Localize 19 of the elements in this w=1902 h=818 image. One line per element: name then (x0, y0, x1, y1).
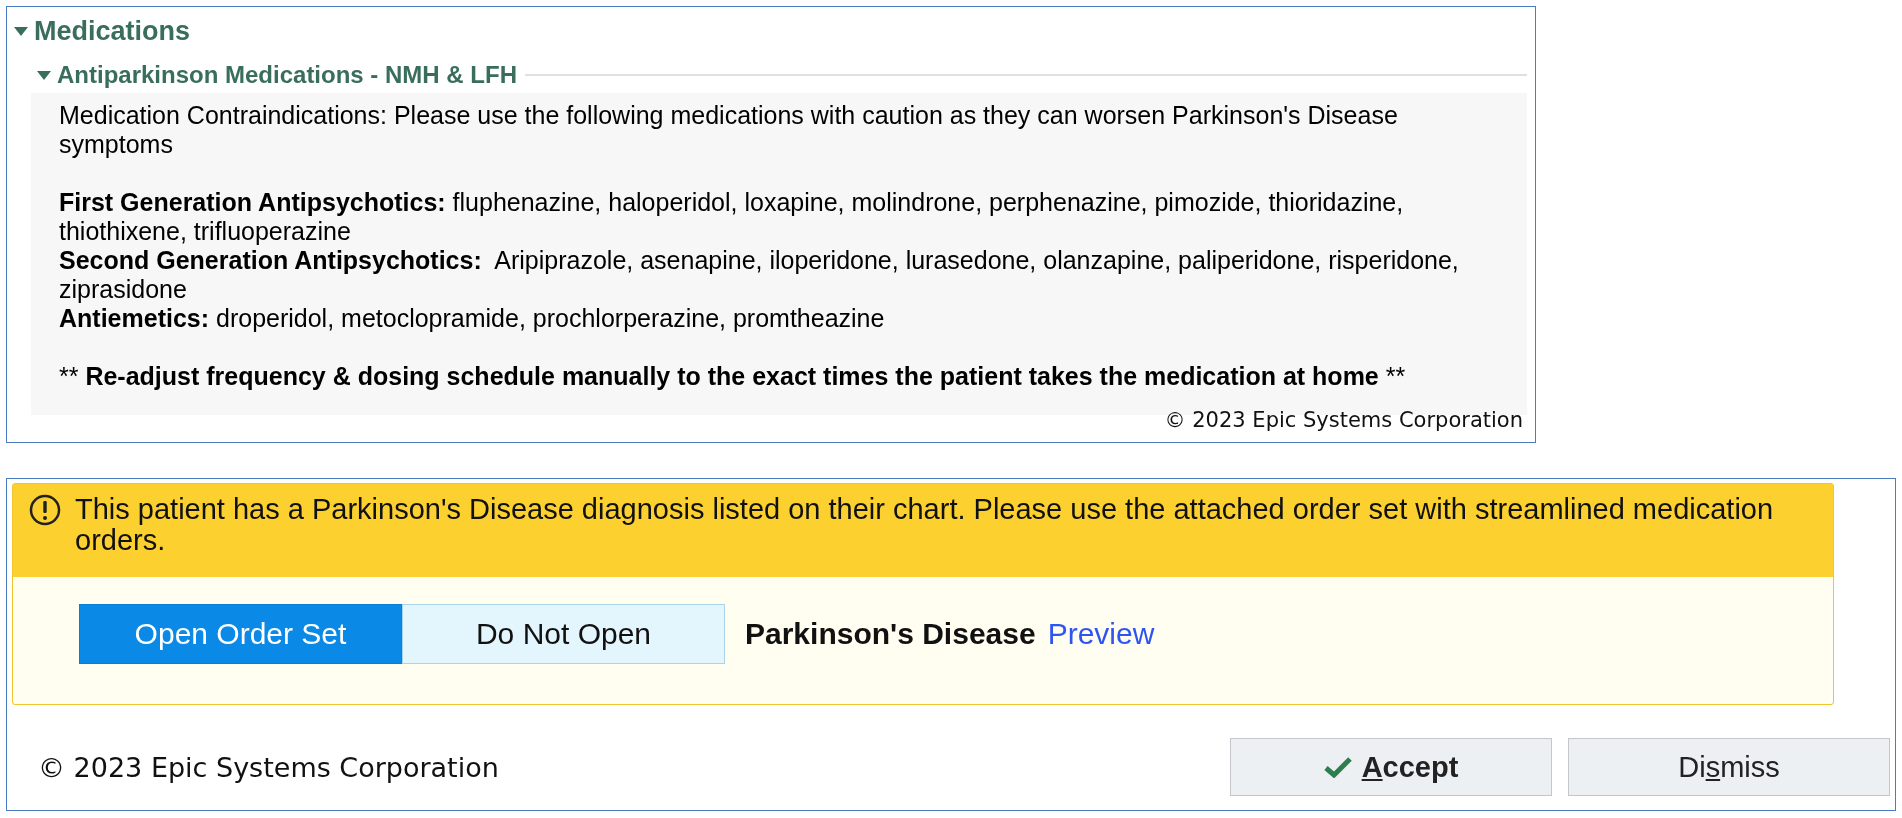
order-set-option-button[interactable]: Do Not Open (402, 603, 725, 664)
intro-text: Medication Contraindications: Please use the following medications with caution as they can worsen Parkinson's Disease symptoms (59, 101, 1399, 159)
collapse-triangle-icon[interactable] (14, 26, 28, 36)
order-set-option-button[interactable]: Open Order Set (79, 603, 402, 664)
note-text: ** Re-adjust frequency & dosing schedule manually to the exact times the patient takes the medication at home ** (59, 362, 1407, 391)
warning-icon (29, 494, 61, 526)
preview-link[interactable]: Preview (1047, 616, 1155, 651)
checkmark-icon (1323, 756, 1352, 778)
order-set-name: Parkinson's Disease (745, 616, 1036, 651)
copyright-text: © 2023 Epic Systems Corporation (38, 751, 500, 783)
section-title[interactable]: Medications (34, 17, 191, 45)
dismiss-button[interactable]: Dismiss (1568, 738, 1890, 796)
subsection-title[interactable]: Antiparkinson Medications - NMH & LFH (57, 61, 517, 89)
alert-message: This patient has a Parkinson's Disease diagnosis listed on their chart. Please use the attached order set with streamlined medication orders. (75, 494, 1775, 556)
accept-button[interactable]: Accept (1230, 738, 1552, 796)
medication-list-text: Antiemetics: droperidol, metoclopramide, prochlorperazine, promtheazine (59, 304, 886, 333)
collapse-triangle-icon[interactable] (37, 70, 51, 80)
medication-list-text: First Generation Antipsychotics: fluphenazine, haloperidol, loxapine, molindrone, perphenazine, pimozide, thioridazine, thiothixene, trifluoperazine (59, 188, 1405, 246)
copyright-text: © 2023 Epic Systems Corporation (1164, 408, 1523, 432)
